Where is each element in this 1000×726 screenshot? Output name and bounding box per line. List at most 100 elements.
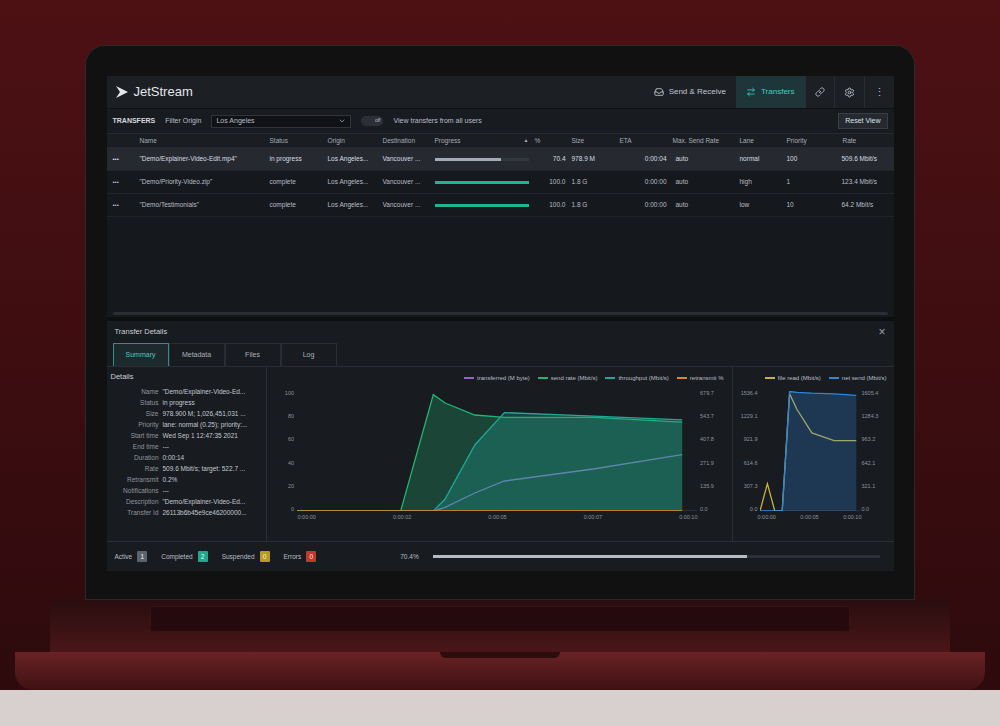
panel-title-bar: Transfer Details× — [107, 321, 894, 343]
details-list: DetailsName"Demo/Explainer-Video-Ed...St… — [107, 367, 267, 541]
app-header: JetStream Send & ReceiveTransfers ⋮ — [107, 76, 894, 109]
links-button[interactable] — [805, 76, 834, 108]
throughput-chart: transferred (M byte)send rate (Mbit/s)th… — [267, 367, 733, 541]
transfer-details-panel: Transfer Details×SummaryMetadataFilesLog… — [107, 321, 894, 571]
series-line — [297, 395, 682, 511]
detail-field: Transfer Id26113b6b45e9ce46200000... — [111, 507, 266, 518]
y-axis-right: 1605.41284.3963.2642.1321.10.0 — [862, 390, 886, 512]
nav-tab[interactable]: Send & Receive — [644, 76, 736, 108]
legend-swatch — [677, 377, 687, 379]
more-menu-button[interactable]: ⋮ — [864, 76, 894, 108]
status-count[interactable]: Completed2 — [161, 551, 207, 563]
details-tab[interactable]: Files — [225, 343, 281, 366]
count-badge: 1 — [137, 551, 147, 563]
nav-tab[interactable]: Transfers — [736, 76, 805, 108]
detail-field: Start timeWed Sep 1 12:47:35 2021 — [111, 430, 266, 441]
settings-button[interactable] — [834, 76, 864, 108]
count-badge: 2 — [198, 551, 208, 563]
status-count[interactable]: Errors0 — [284, 551, 317, 563]
column-header[interactable]: Size — [569, 136, 617, 146]
progress-fill — [435, 181, 529, 184]
count-badge: 0 — [306, 551, 316, 563]
column-header[interactable]: Destination — [380, 136, 432, 146]
gear-icon — [844, 87, 855, 98]
column-header[interactable]: Max. Send Rate — [670, 136, 737, 146]
legend-item: file read (Mbit/s) — [765, 374, 821, 383]
row-menu[interactable]: ••• — [107, 201, 137, 210]
details-tab[interactable]: Metadata — [169, 343, 225, 366]
transfers-table: NameStatusOriginDestinationProgress▲%Siz… — [107, 133, 894, 217]
app-logo[interactable]: JetStream — [115, 82, 193, 102]
progress-bar — [435, 158, 529, 161]
chart-legend: transferred (M byte)send rate (Mbit/s)th… — [271, 371, 728, 385]
detail-field: Name"Demo/Explainer-Video-Ed... — [111, 386, 266, 397]
chart-series — [297, 413, 682, 511]
x-axis: 0:00:000:00:050:00:10 — [758, 513, 862, 521]
laptop-lid: JetStream Send & ReceiveTransfers ⋮ TRANSFE… — [85, 45, 915, 600]
chart-series — [297, 511, 682, 512]
row-menu[interactable]: ••• — [107, 155, 137, 164]
io-plot — [760, 391, 860, 511]
jetstream-logo-icon — [115, 85, 129, 99]
status-count[interactable]: Active1 — [115, 551, 148, 563]
throughput-plot — [297, 391, 697, 511]
table-row[interactable]: •••"Demo/Testimonials"completeLos Angele… — [107, 194, 894, 217]
chart-legend: file read (Mbit/s)net send (Mbit/s) — [736, 371, 891, 385]
row-menu[interactable]: ••• — [107, 178, 137, 187]
details-tab[interactable]: Log — [281, 343, 337, 366]
origin-select[interactable]: Los Angeles — [211, 115, 351, 128]
status-bar: Active1Completed2Suspended0Errors070.4% — [107, 541, 894, 571]
legend-swatch — [464, 377, 474, 379]
column-header[interactable]: % — [532, 136, 569, 146]
series-line — [760, 392, 856, 512]
legend-item: retransmit % — [677, 374, 724, 383]
column-header[interactable]: Status — [267, 136, 325, 146]
series-area — [297, 413, 682, 511]
detail-field: Duration0:00:14 — [111, 452, 266, 463]
detail-field: Prioritylane: normal (0.25); priority:..… — [111, 419, 266, 430]
detail-field: Size978.900 M; 1,026,451,031 ... — [111, 408, 266, 419]
table-surface — [0, 690, 1000, 726]
x-axis: 0:00:000:00:020:00:050:00:070:00:10 — [298, 513, 698, 521]
overall-progress-bar — [433, 555, 880, 558]
toggle-caption: View transfers from all users — [393, 116, 481, 127]
status-count[interactable]: Suspended0 — [222, 551, 270, 563]
y-axis-left: 100806040200 — [271, 390, 295, 512]
table-row[interactable]: •••"Demo/Priority-Video.zip"completeLos … — [107, 171, 894, 194]
series-line — [297, 510, 682, 511]
column-header[interactable]: Name — [137, 136, 267, 146]
column-header[interactable]: Lane — [737, 136, 784, 146]
detail-field: End time--- — [111, 441, 266, 452]
opening-notch — [440, 652, 560, 658]
legend-swatch — [765, 377, 775, 379]
column-header[interactable]: ETA — [617, 136, 670, 146]
app-window: JetStream Send & ReceiveTransfers ⋮ TRANSFE… — [107, 76, 894, 571]
keyboard — [150, 606, 850, 632]
section-title: TRANSFERS — [113, 116, 156, 127]
details-tab[interactable]: Summary — [113, 343, 169, 366]
series-area — [760, 392, 856, 512]
column-header[interactable]: Progress▲ — [432, 136, 532, 146]
column-header[interactable]: Rate — [840, 136, 894, 146]
y-axis-right: 679.7543.7407.8271.9135.90.0 — [700, 390, 727, 512]
detail-field: Retransmit0.2% — [111, 474, 266, 485]
progress-fill — [435, 204, 529, 207]
chart-series — [297, 395, 682, 511]
series-area — [297, 395, 682, 511]
column-header[interactable]: Origin — [325, 136, 380, 146]
io-chart: file read (Mbit/s)net send (Mbit/s)1536.… — [733, 367, 894, 541]
close-button[interactable]: × — [878, 326, 885, 338]
table-row[interactable]: •••"Demo/Explainer-Video-Edit.mp4"in pro… — [107, 148, 894, 171]
laptop-base-front — [15, 652, 985, 690]
toolbar: TRANSFERSFilter OriginLos AngelesoffView… — [107, 109, 894, 133]
series-line — [297, 413, 682, 511]
horizontal-scrollbar[interactable] — [113, 312, 888, 315]
laptop-deck — [50, 600, 950, 652]
count-badge: 0 — [260, 551, 270, 563]
all-users-toggle[interactable]: off — [361, 116, 383, 126]
table-header: NameStatusOriginDestinationProgress▲%Siz… — [107, 133, 894, 148]
details-body: DetailsName"Demo/Explainer-Video-Ed...St… — [107, 367, 894, 541]
progress-bar — [435, 204, 529, 207]
reset-view-button[interactable]: Reset View — [838, 113, 887, 130]
column-header[interactable]: Priority — [784, 136, 840, 146]
